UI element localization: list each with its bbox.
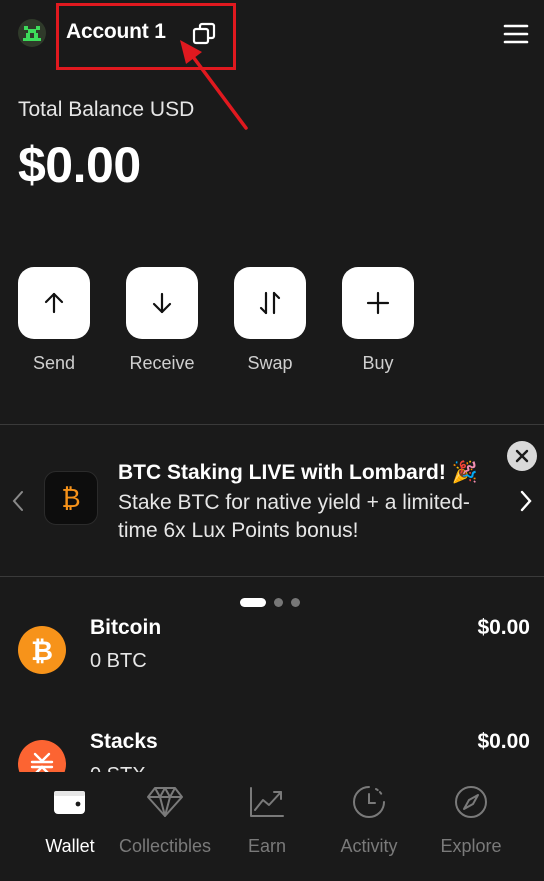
asset-name: Stacks	[90, 730, 158, 753]
nav-label: Collectibles	[118, 836, 212, 856]
svg-text:₿: ₿	[61, 483, 80, 513]
arrow-up-icon	[44, 292, 64, 314]
action-buttons: Send Receive Swap Buy	[18, 267, 414, 374]
bottom-navigation: Wallet Collectibles Earn Activity Explor…	[0, 772, 544, 881]
banner-bottom-divider	[0, 576, 544, 577]
balance-value: $0.00	[18, 137, 141, 193]
chart-icon	[247, 782, 287, 822]
wallet-app: Account 1 Total Balance USD $0.00 Send R…	[0, 0, 544, 881]
nav-label: Wallet	[45, 836, 95, 856]
carousel-dot[interactable]	[291, 598, 300, 607]
chevron-right-icon[interactable]	[516, 487, 536, 515]
nav-earn[interactable]: Earn	[216, 772, 318, 881]
send-button[interactable]: Send	[18, 267, 90, 374]
buy-label: Buy	[362, 353, 394, 373]
nav-label: Explore	[440, 836, 502, 856]
nav-collectibles[interactable]: Collectibles	[114, 772, 216, 881]
receive-button-tile[interactable]	[126, 267, 198, 339]
nav-wallet[interactable]: Wallet	[26, 772, 114, 881]
carousel-dot[interactable]	[274, 598, 283, 607]
arrow-down-icon	[152, 292, 172, 314]
send-label: Send	[32, 353, 76, 373]
receive-button[interactable]: Receive	[126, 267, 198, 374]
receive-label: Receive	[129, 353, 195, 373]
chevron-left-icon[interactable]	[8, 487, 28, 515]
app-logo-icon	[18, 19, 46, 47]
asset-amount: 0 BTC	[90, 650, 147, 672]
banner-description: Stake BTC for native yield + a limited-t…	[118, 491, 470, 542]
buy-button[interactable]: Buy	[342, 267, 414, 374]
plus-icon	[366, 291, 390, 315]
clock-icon	[349, 782, 389, 822]
diamond-icon	[145, 782, 185, 822]
bitcoin-icon: ₿	[44, 471, 98, 525]
asset-usd-value: $0.00	[477, 616, 530, 639]
bitcoin-icon: ₿	[18, 626, 66, 674]
hamburger-menu-icon[interactable]	[502, 20, 530, 48]
svg-text:₿: ₿	[31, 636, 53, 665]
header: Account 1	[0, 0, 544, 72]
balance-label: Total Balance USD	[18, 98, 195, 121]
promo-banner[interactable]: ₿ BTC Staking LIVE with Lombard! 🎉 Stake…	[0, 425, 544, 576]
close-icon[interactable]	[507, 441, 537, 471]
swap-button-tile[interactable]	[234, 267, 306, 339]
wallet-icon	[50, 782, 90, 822]
account-name[interactable]: Account 1	[66, 20, 166, 44]
compass-icon	[451, 782, 491, 822]
nav-activity[interactable]: Activity	[318, 772, 420, 881]
asset-row-bitcoin[interactable]: ₿ Bitcoin 0 BTC $0.00	[0, 616, 544, 696]
nav-label: Activity	[340, 836, 398, 856]
asset-name: Bitcoin	[90, 616, 162, 639]
buy-button-tile[interactable]	[342, 267, 414, 339]
carousel-indicator	[240, 598, 300, 607]
copy-icon[interactable]	[190, 20, 218, 48]
nav-explore[interactable]: Explore	[420, 772, 522, 881]
swap-button[interactable]: Swap	[234, 267, 306, 374]
nav-label: Earn	[247, 836, 287, 856]
swap-icon	[259, 291, 281, 315]
send-button-tile[interactable]	[18, 267, 90, 339]
asset-usd-value: $0.00	[477, 730, 530, 753]
banner-title: BTC Staking LIVE with Lombard! 🎉	[118, 461, 478, 484]
carousel-dot[interactable]	[240, 598, 266, 607]
swap-label: Swap	[247, 353, 293, 373]
